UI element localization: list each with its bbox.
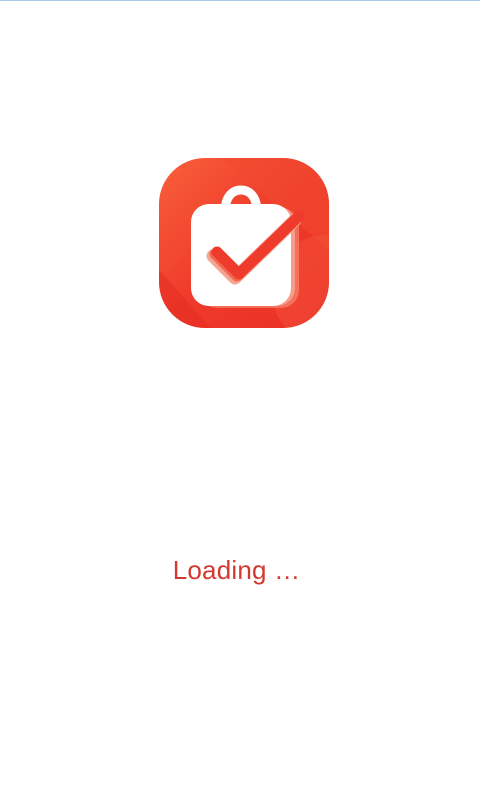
status-divider bbox=[0, 0, 480, 1]
shopping-bag-check-icon bbox=[159, 158, 329, 328]
app-logo bbox=[151, 150, 337, 336]
loading-label: Loading … bbox=[172, 555, 301, 585]
